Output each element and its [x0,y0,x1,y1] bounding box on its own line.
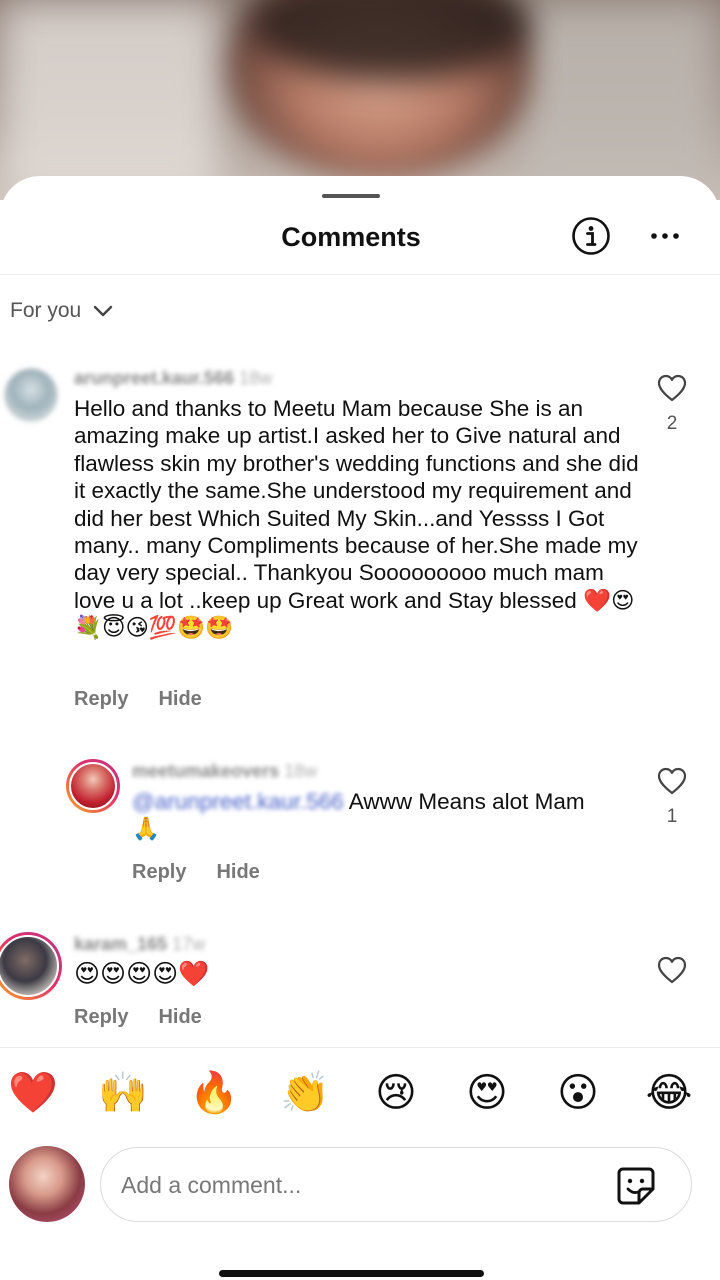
mention-link[interactable]: @arunpreet.kaur.566 [132,789,344,814]
reply-button[interactable]: Reply [74,1006,128,1029]
reaction-clap-icon[interactable]: 👏 [280,1068,330,1118]
comment-composer [100,1147,692,1222]
reactions-divider [0,1047,720,1048]
current-user-avatar[interactable] [9,1146,85,1222]
comment-text: Hello and thanks to Meetu Mam because Sh… [74,396,639,641]
header-divider [0,274,720,275]
reaction-raised-hands-icon[interactable]: 🙌 [98,1068,148,1118]
comment-text: @arunpreet.kaur.566 Awww Means alot Mam🙏 [132,789,585,842]
hide-button[interactable]: Hide [158,688,201,711]
hide-button[interactable]: Hide [216,861,259,884]
reaction-laughing-icon[interactable]: 😂 [644,1068,694,1118]
hide-button[interactable]: Hide [158,1006,201,1029]
reaction-fire-icon[interactable]: 🔥 [189,1068,239,1118]
filter-label: For you [10,299,82,322]
comment-username[interactable]: karam_165 17w [74,934,205,955]
comment-actions: Reply Hide [132,861,260,884]
avatar[interactable] [4,368,58,422]
sheet-grabber[interactable] [322,194,380,198]
reply-button[interactable]: Reply [132,861,186,884]
heart-outline-icon[interactable] [657,956,687,984]
comment-username[interactable]: meetumakeovers 18w [132,761,317,782]
info-circle-icon[interactable] [571,216,611,256]
more-horizontal-icon[interactable] [646,224,686,248]
sticker-icon[interactable] [615,1165,657,1207]
like-control [655,956,689,989]
heart-outline-icon[interactable] [657,767,687,795]
quick-reactions-bar: ❤️ 🙌 🔥 👏 😢 😍 😮 😂 [0,1068,720,1126]
like-control: 1 [655,767,689,828]
chevron-down-icon [94,305,113,317]
comment-time: 18w [239,368,273,388]
reaction-heart-eyes-icon[interactable]: 😍 [462,1068,512,1118]
like-count: 1 [666,806,678,827]
comment-time: 17w [172,934,206,954]
comment-time: 18w [284,761,318,781]
avatar[interactable] [0,932,62,1000]
sort-filter-dropdown[interactable]: For you [10,296,113,326]
avatar[interactable] [66,759,120,813]
comment-actions: Reply Hide [74,688,202,711]
comment-text: 😍😍😍😍❤️ [74,960,210,988]
like-count: 2 [666,413,678,434]
comment-actions: Reply Hide [74,1006,202,1029]
reaction-heart-icon[interactable]: ❤️ [8,1068,58,1118]
reaction-crying-icon[interactable]: 😢 [371,1068,421,1118]
like-control: 2 [655,374,689,435]
home-indicator[interactable] [219,1270,484,1277]
comment-username[interactable]: arunpreet.kaur.566 18w [74,368,272,389]
reaction-surprised-icon[interactable]: 😮 [553,1068,603,1118]
video-background [0,0,720,200]
comments-header: Comments [0,206,720,272]
comment-input[interactable] [121,1166,591,1204]
heart-outline-icon[interactable] [657,374,687,402]
reply-button[interactable]: Reply [74,688,128,711]
